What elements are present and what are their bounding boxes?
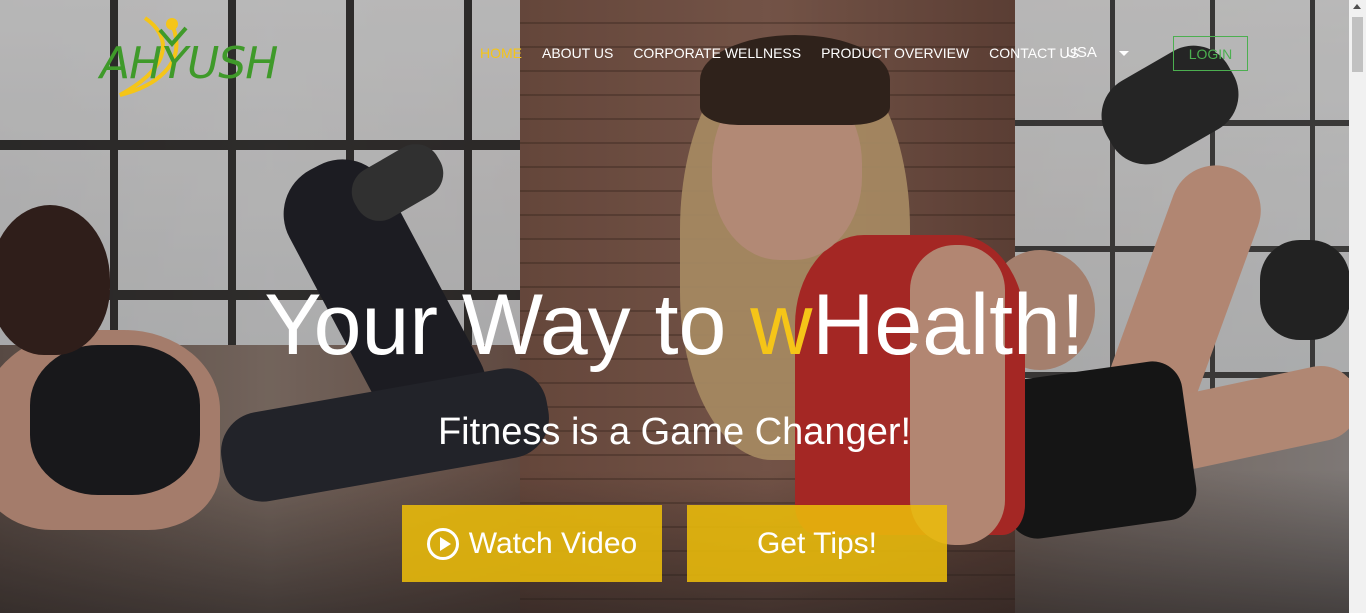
headline-accent: w [750,277,813,373]
nav-product-overview[interactable]: PRODUCT OVERVIEW [821,45,969,61]
logo-text: AHYUSH [100,38,278,89]
hero-headline: Your Way to wHealth! [0,278,1349,373]
headline-text-after: Health! [812,277,1085,373]
get-tips-button[interactable]: Get Tips! [687,505,947,582]
hero-subline: Fitness is a Game Changer! [437,411,912,453]
login-button[interactable]: LOGIN [1173,36,1248,71]
scroll-up-arrow-icon[interactable] [1353,4,1361,9]
vertical-scrollbar[interactable] [1349,0,1366,613]
headline-text-before: Your Way to [264,277,751,373]
chevron-down-icon[interactable] [1119,51,1129,56]
country-select[interactable]: USA [1066,44,1097,61]
main-nav: HOME ABOUT US CORPORATE WELLNESS PRODUCT… [480,44,1099,62]
watch-video-label: Watch Video [468,526,638,560]
get-tips-label: Get Tips! [756,526,878,560]
watch-video-button[interactable]: Watch Video [402,505,662,582]
play-circle-icon [426,527,459,560]
scroll-thumb[interactable] [1352,17,1363,72]
nav-corporate-wellness[interactable]: CORPORATE WELLNESS [633,45,801,61]
brand-logo[interactable]: AHYUSH [100,10,280,100]
nav-about-us[interactable]: ABOUT US [542,45,613,61]
nav-home[interactable]: HOME [480,45,522,61]
